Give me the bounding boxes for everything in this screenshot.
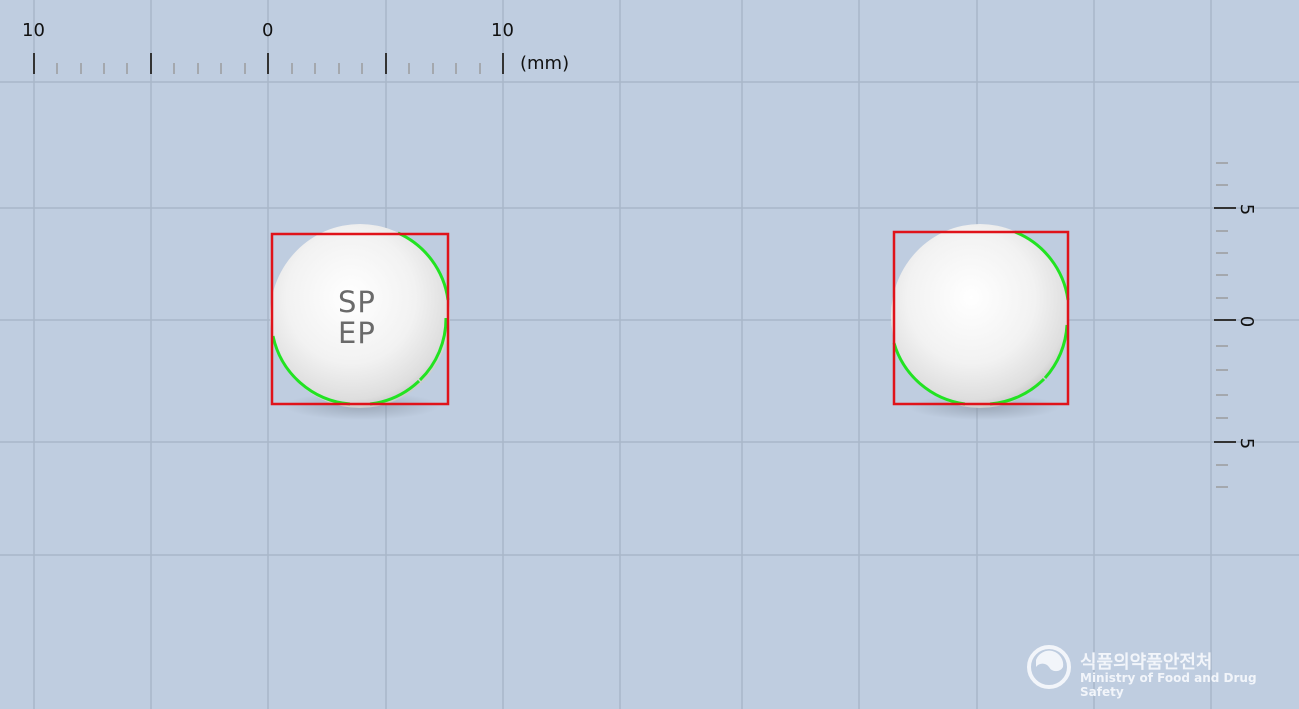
background-grid xyxy=(0,0,1299,709)
right-ruler-label-top: 5 xyxy=(1236,203,1258,216)
right-ruler-ticks xyxy=(1214,162,1236,488)
image-canvas xyxy=(0,0,1299,709)
top-ruler-label-left: 10 xyxy=(22,20,45,41)
pill-imprint-line1: SP xyxy=(338,285,376,319)
mfds-emblem-icon xyxy=(1027,645,1071,689)
top-ruler-label-center: 0 xyxy=(262,20,274,41)
right-ruler-label-center: 0 xyxy=(1236,315,1258,328)
pill-back xyxy=(891,224,1070,420)
ruler-unit-label: (mm) xyxy=(520,53,570,74)
logo-english-text: Ministry of Food and Drug Safety xyxy=(1080,671,1257,699)
right-ruler-label-bottom: 5 xyxy=(1236,437,1258,450)
top-ruler-ticks xyxy=(33,53,504,74)
top-ruler-label-right: 10 xyxy=(491,20,514,41)
pill-identification-image: 10 0 10 (mm) 5 0 5 SP EP 식품의약품안전처 Minist… xyxy=(0,0,1299,709)
pill-imprint-line2: EP xyxy=(338,316,376,350)
